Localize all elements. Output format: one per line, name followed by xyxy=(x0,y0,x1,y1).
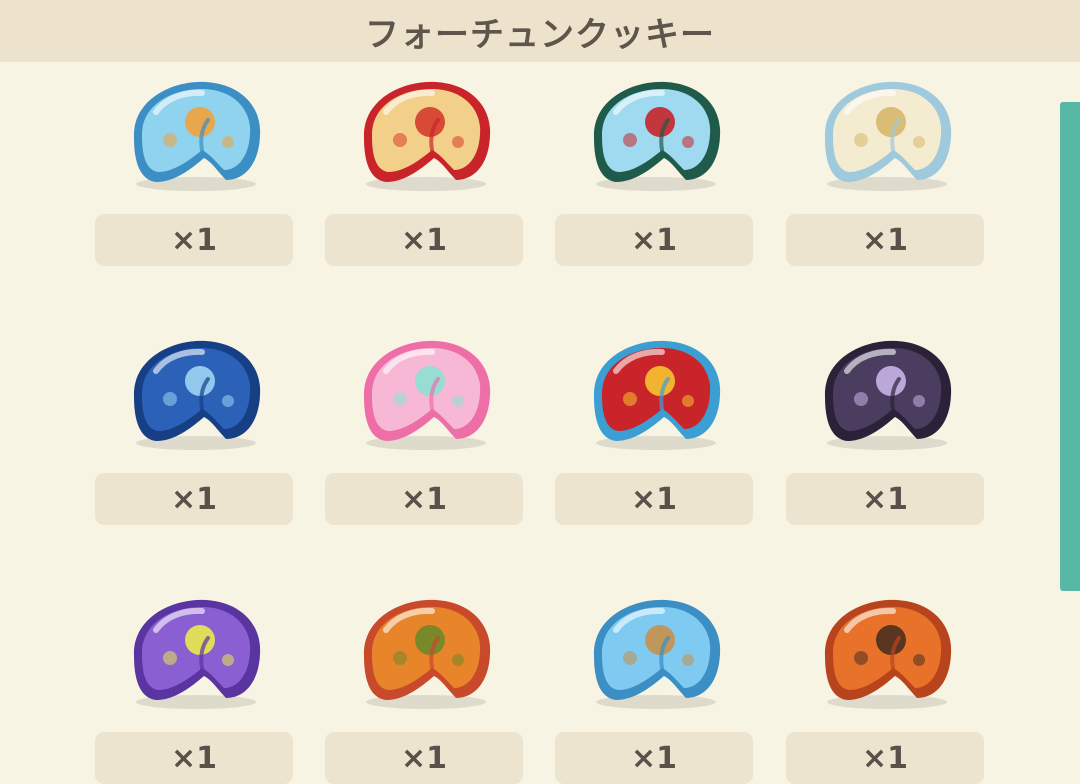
count-badge: ×1 xyxy=(786,473,984,525)
gear-cookie-icon[interactable] xyxy=(582,594,730,712)
count-badge: ×1 xyxy=(786,732,984,784)
cookie-cell: ×1 xyxy=(786,580,986,784)
lily-cookie-icon[interactable] xyxy=(813,335,961,453)
cookie-cell: ×1 xyxy=(95,580,295,784)
cookie-cell: ×1 xyxy=(555,62,755,266)
count-badge: ×1 xyxy=(95,214,293,266)
header-bar: フォーチュンクッキー xyxy=(0,0,1080,62)
cookie-shape xyxy=(824,599,952,709)
cookie-cell: ×1 xyxy=(325,321,525,525)
count-badge: ×1 xyxy=(325,214,523,266)
cookie-shape xyxy=(593,340,721,450)
bat-cookie-icon[interactable] xyxy=(122,594,270,712)
count-badge: ×1 xyxy=(325,732,523,784)
cookie-cell: ×1 xyxy=(325,62,525,266)
beach-cookie-icon[interactable] xyxy=(122,76,270,194)
cookie-cell: ×1 xyxy=(786,62,986,266)
cookie-cell: ×1 xyxy=(325,580,525,784)
count-badge: ×1 xyxy=(786,214,984,266)
acorn-cookie-icon[interactable] xyxy=(352,594,500,712)
count-badge: ×1 xyxy=(555,214,753,266)
page-title: フォーチュンクッキー xyxy=(365,14,715,55)
cookie-cell: ×1 xyxy=(95,321,295,525)
cookie-cell: ×1 xyxy=(786,321,986,525)
pastel-peach-cookie-icon[interactable] xyxy=(352,335,500,453)
pizza-cookie-icon[interactable] xyxy=(352,76,500,194)
whale-cookie-icon[interactable] xyxy=(122,335,270,453)
cookie-shape xyxy=(824,340,952,450)
scrollbar-thumb[interactable] xyxy=(1060,102,1080,591)
cookie-shape xyxy=(363,340,491,450)
cookie-grid: ×1 ×1 ×1 ×1 ×1 ×1 ×1 ×1 ×1 ×1 ×1 ×1 xyxy=(0,62,1060,784)
cinema-cookie-icon[interactable] xyxy=(813,594,961,712)
count-badge: ×1 xyxy=(95,473,293,525)
cookie-cell: ×1 xyxy=(555,321,755,525)
torii-cookie-icon[interactable] xyxy=(582,76,730,194)
cookie-shape xyxy=(824,81,952,191)
cookie-shape xyxy=(363,599,491,709)
cookie-shape xyxy=(593,599,721,709)
golden-cloud-cookie-icon[interactable] xyxy=(813,76,961,194)
cookie-cell: ×1 xyxy=(555,580,755,784)
star-cookie-icon[interactable] xyxy=(582,335,730,453)
cookie-shape xyxy=(133,81,261,191)
count-badge: ×1 xyxy=(555,473,753,525)
cookie-shape xyxy=(133,340,261,450)
cookie-cell: ×1 xyxy=(95,62,295,266)
count-badge: ×1 xyxy=(325,473,523,525)
cookie-shape xyxy=(363,81,491,191)
count-badge: ×1 xyxy=(555,732,753,784)
cookie-shape xyxy=(593,81,721,191)
count-badge: ×1 xyxy=(95,732,293,784)
cookie-shape xyxy=(133,599,261,709)
